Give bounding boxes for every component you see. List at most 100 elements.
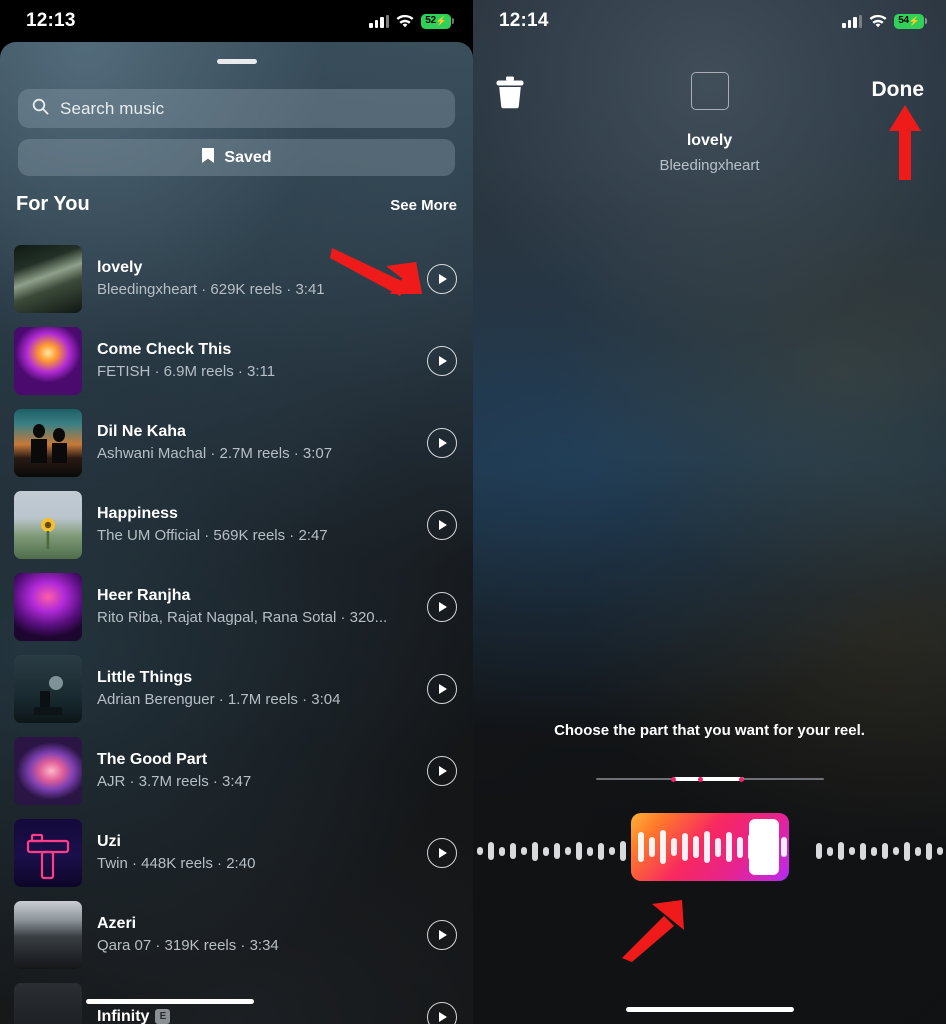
track-meta: Infinity E <box>97 1006 427 1024</box>
track-title: Come Check This <box>97 340 232 358</box>
waveform-bar-selected <box>725 832 732 862</box>
track-row[interactable]: The Good Part AJR · 3.7M reels · 3:47 <box>0 730 473 812</box>
track-row[interactable]: Come Check This FETISH · 6.9M reels · 3:1… <box>0 320 473 402</box>
waveform-bar <box>936 847 943 855</box>
right-status-bar: 12:14 54 ⚡ <box>473 0 946 42</box>
track-album-art <box>14 983 82 1024</box>
deer-moon-night-image <box>14 655 82 723</box>
play-triangle <box>439 602 447 612</box>
track-album-art <box>14 819 82 887</box>
status-bar-right: 54 ⚡ <box>842 13 927 29</box>
waveform-bar <box>826 846 833 856</box>
track-row[interactable]: Heer Ranjha Rito Riba, Rajat Nagpal, Rana… <box>0 566 473 648</box>
waveform-bar <box>815 843 822 859</box>
track-title: Heer Ranjha <box>97 586 191 604</box>
waveform-bar-selected <box>780 837 787 857</box>
search-input[interactable]: Search music <box>18 89 455 128</box>
track-meta: Uzi Twin · 448K reels · 2:40 <box>97 831 427 875</box>
status-bar-left: 12:13 <box>26 10 76 32</box>
wifi-icon <box>396 14 414 28</box>
right-phone-screen: 12:14 54 ⚡ Done lovely Bleedingxheart Ch… <box>473 0 946 1024</box>
instruction-text: Choose the part that you want for your r… <box>554 722 865 739</box>
track-list[interactable]: lovely Bleedingxheart · 629K reels · 3:41… <box>0 238 473 1024</box>
waveform-bar <box>914 846 921 856</box>
battery-percent: 52 <box>425 15 436 26</box>
left-phone-screen: 12:13 52 ⚡ Search music Saved For You Se… <box>0 0 473 1024</box>
play-icon[interactable] <box>427 674 457 704</box>
track-subtitle: Qara 07 · 319K reels · 3:34 <box>97 937 279 955</box>
track-subtitle: AJR · 3.7M reels · 3:47 <box>97 773 252 791</box>
now-playing-title: lovely <box>686 132 733 149</box>
track-title: Azeri <box>97 914 137 932</box>
track-row[interactable]: Little Things Adrian Berenguer · 1.7M ree… <box>0 648 473 730</box>
search-placeholder: Search music <box>60 98 165 118</box>
track-subtitle: Twin · 448K reels · 2:40 <box>97 855 256 873</box>
black-car-street-image <box>14 901 82 969</box>
waveform-bar <box>859 842 866 860</box>
track-album-art <box>14 737 82 805</box>
ajr-cosmic-wave-image <box>14 737 82 805</box>
waveform-playhead[interactable] <box>748 819 779 875</box>
sheet-grabber[interactable] <box>216 59 257 64</box>
play-triangle <box>439 1012 447 1022</box>
wifi-icon <box>869 14 887 28</box>
waveform-bar <box>619 841 626 861</box>
track-title: Dil Ne Kaha <box>97 422 186 440</box>
waveform-bar-selected <box>692 836 699 858</box>
track-title: Little Things <box>97 668 193 686</box>
play-icon[interactable] <box>427 920 457 950</box>
track-album-art <box>14 901 82 969</box>
audio-scrubber[interactable] <box>595 777 824 782</box>
music-picker-sheet: Search music Saved For You See More love… <box>0 42 473 1024</box>
play-icon[interactable] <box>427 510 457 540</box>
play-icon[interactable] <box>427 346 457 376</box>
status-bar-time: 12:14 <box>499 10 549 31</box>
waveform-bar <box>892 847 899 855</box>
waveform-bar <box>487 842 494 860</box>
track-row[interactable]: Uzi Twin · 448K reels · 2:40 <box>0 812 473 894</box>
saved-button[interactable]: Saved <box>18 139 455 176</box>
forest-hand-photo-image <box>14 245 82 313</box>
arrow-pointing-to-done-button <box>889 105 921 180</box>
track-row[interactable]: Dil Ne Kaha Ashwani Machal · 2.7M reels ·… <box>0 402 473 484</box>
cellular-signal-icon <box>842 14 862 28</box>
track-meta: Come Check This FETISH · 6.9M reels · 3:1… <box>97 339 427 383</box>
track-meta: Heer Ranjha Rito Riba, Rajat Nagpal, Rana… <box>97 585 427 629</box>
play-triangle <box>439 520 447 530</box>
section-title: For You <box>16 193 90 215</box>
battery-icon: 52 ⚡ <box>421 13 454 29</box>
waveform-bar-selected <box>736 836 743 858</box>
play-icon[interactable] <box>427 1002 457 1024</box>
waveform-bar <box>925 842 932 860</box>
for-you-section-header: For You See More <box>16 193 457 216</box>
cellular-signal-icon <box>369 14 389 28</box>
waveform-bar <box>564 847 571 855</box>
explicit-badge: E <box>155 1009 171 1024</box>
play-icon[interactable] <box>427 428 457 458</box>
waveform-bar-selected <box>648 837 655 857</box>
play-icon[interactable] <box>427 592 457 622</box>
sunflower-in-hand-image <box>14 491 82 559</box>
left-status-bar: 12:13 52 ⚡ <box>0 0 473 42</box>
waveform-bar <box>498 846 505 856</box>
waveform-bar <box>597 842 604 860</box>
see-more-link[interactable]: See More <box>390 197 457 214</box>
waveform-bar <box>608 847 615 855</box>
waveform-bar <box>837 842 844 860</box>
track-album-art <box>14 491 82 559</box>
play-triangle <box>439 438 447 448</box>
track-album-art <box>14 245 82 313</box>
track-title: Happiness <box>97 504 178 522</box>
waveform-bar <box>476 847 483 855</box>
waveform-bar-selected <box>659 830 666 864</box>
play-icon[interactable] <box>427 756 457 786</box>
track-row[interactable]: Azeri Qara 07 · 319K reels · 3:34 <box>0 894 473 976</box>
track-meta: The Good Part AJR · 3.7M reels · 3:47 <box>97 749 427 793</box>
waveform-selection-handle[interactable] <box>630 813 789 881</box>
track-row[interactable]: Happiness The UM Official · 569K reels · … <box>0 484 473 566</box>
play-icon[interactable] <box>427 838 457 868</box>
track-subtitle: The UM Official · 569K reels · 2:47 <box>97 527 328 545</box>
waveform-bar <box>575 842 582 860</box>
now-playing-album-art <box>690 72 729 110</box>
saved-button-label: Saved <box>224 148 272 166</box>
